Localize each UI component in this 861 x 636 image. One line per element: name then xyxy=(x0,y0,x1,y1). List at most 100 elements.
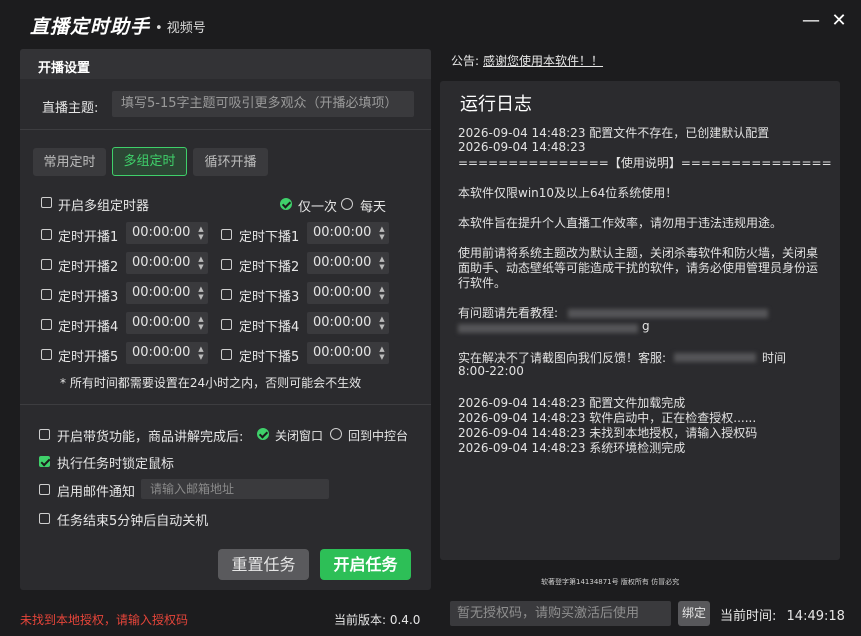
timer-stop-input[interactable]: 00:00:00 ▲ ▼ xyxy=(307,312,389,334)
timer-start-checkbox[interactable] xyxy=(41,229,52,240)
log-line: 2026-09-04 14:48:23 xyxy=(458,140,586,154)
lock-mouse-label: 执行任务时锁定鼠标 xyxy=(57,457,175,472)
timer-start-input[interactable]: 00:00:00 ▲ ▼ xyxy=(126,282,208,304)
notice-prefix: 公告: xyxy=(451,54,480,68)
timer-start-value: 00:00:00 xyxy=(132,255,191,270)
divider xyxy=(20,404,431,405)
close-window-label: 关闭窗口 xyxy=(275,429,324,443)
spin-icon[interactable]: ▲ ▼ xyxy=(197,225,205,241)
log-line: 面助手、动态壁纸等可能造成干扰的软件，请务必使用管理员身份运 xyxy=(458,261,819,275)
timer-stop-value: 00:00:00 xyxy=(313,315,372,330)
minimize-button[interactable]: — xyxy=(800,10,822,32)
timer-start-label: 定时开播3 xyxy=(58,290,119,305)
timer-start-value: 00:00:00 xyxy=(132,315,191,330)
timer-stop-checkbox[interactable] xyxy=(221,229,232,240)
timer-start-input[interactable]: 00:00:00 ▲ ▼ xyxy=(126,342,208,364)
timer-stop-label: 定时下播5 xyxy=(239,350,300,365)
tab-multi-timer[interactable]: 多组定时 xyxy=(112,147,187,176)
timer-stop-input[interactable]: 00:00:00 ▲ ▼ xyxy=(307,222,389,244)
spin-icon[interactable]: ▲ ▼ xyxy=(197,345,205,361)
timer-start-value: 00:00:00 xyxy=(132,225,191,240)
lock-mouse-checkbox[interactable] xyxy=(39,456,50,467)
tab-common-timer[interactable]: 常用定时 xyxy=(33,148,106,176)
timer-stop-label: 定时下播4 xyxy=(239,320,300,335)
topic-label: 直播主题: xyxy=(42,101,99,116)
timer-start-checkbox[interactable] xyxy=(41,319,52,330)
timer-start-input[interactable]: 00:00:00 ▲ ▼ xyxy=(126,222,208,244)
log-line: 8:00-22:00 xyxy=(458,364,524,378)
start-task-button[interactable]: 开启任务 xyxy=(320,549,411,580)
back-console-radio[interactable] xyxy=(330,428,342,440)
log-line: 本软件仅限win10及以上64位系统使用！ xyxy=(458,186,678,200)
mode-daily-label: 每天 xyxy=(360,200,387,215)
back-console-label: 回到中控台 xyxy=(348,429,409,443)
close-window-radio[interactable] xyxy=(257,428,269,440)
log-line: 行软件。 xyxy=(458,276,507,290)
license-code-input[interactable]: 暂无授权码，请购买激活后使用 xyxy=(450,601,671,626)
version-label: 当前版本: 0.4.0 xyxy=(334,613,421,627)
timer-start-value: 00:00:00 xyxy=(132,345,191,360)
spin-icon[interactable]: ▲ ▼ xyxy=(197,255,205,271)
timer-start-checkbox[interactable] xyxy=(41,259,52,270)
current-time-label: 当前时间: xyxy=(720,609,777,624)
mode-daily-radio[interactable] xyxy=(341,198,353,210)
timer-start-label: 定时开播1 xyxy=(58,230,119,245)
topic-input[interactable]: 填写5-15字主题可吸引更多观众（开播必填项） xyxy=(112,91,414,117)
timer-start-label: 定时开播5 xyxy=(58,350,119,365)
timer-stop-value: 00:00:00 xyxy=(313,285,372,300)
timer-start-label: 定时开播2 xyxy=(58,260,119,275)
log-line: 2026-09-04 14:48:23 配置文件不存在，已创建默认配置 xyxy=(458,126,770,140)
timer-stop-input[interactable]: 00:00:00 ▲ ▼ xyxy=(307,282,389,304)
spin-icon[interactable]: ▲ ▼ xyxy=(378,345,386,361)
shutdown-checkbox[interactable] xyxy=(39,513,50,524)
timer-start-checkbox[interactable] xyxy=(41,349,52,360)
mode-once-radio[interactable] xyxy=(280,198,292,210)
log-title: 运行日志 xyxy=(460,94,532,115)
multi-timer-label: 开启多组定时器 xyxy=(58,199,150,214)
log-line: g xyxy=(642,319,650,333)
timer-stop-input[interactable]: 00:00:00 ▲ ▼ xyxy=(307,252,389,274)
spin-icon[interactable]: ▲ ▼ xyxy=(378,285,386,301)
tab-loop-broadcast[interactable]: 循环开播 xyxy=(193,148,268,176)
spin-icon[interactable]: ▲ ▼ xyxy=(378,315,386,331)
spin-icon[interactable]: ▲ ▼ xyxy=(197,285,205,301)
redacted-link xyxy=(458,324,638,333)
redacted-link xyxy=(568,309,768,318)
timer-start-value: 00:00:00 xyxy=(132,285,191,300)
timer-stop-checkbox[interactable] xyxy=(221,319,232,330)
email-checkbox[interactable] xyxy=(39,484,50,495)
reset-task-button[interactable]: 重置任务 xyxy=(218,549,309,580)
shutdown-label: 任务结束5分钟后自动关机 xyxy=(57,514,209,529)
log-line: 有问题请先看教程: xyxy=(458,306,559,320)
log-line: 本软件旨在提升个人直播工作效率，请勿用于违法违规用途。 xyxy=(458,216,783,230)
goods-checkbox[interactable] xyxy=(39,429,50,440)
bind-button[interactable]: 绑定 xyxy=(678,601,710,626)
redacted-contact xyxy=(674,353,756,362)
timer-start-input[interactable]: 00:00:00 ▲ ▼ xyxy=(126,252,208,274)
spin-icon[interactable]: ▲ ▼ xyxy=(378,255,386,271)
close-button[interactable]: ✕ xyxy=(828,10,850,32)
log-line: 2026-09-04 14:48:23 系统环境检测完成 xyxy=(458,441,686,455)
current-time: 当前时间: 14:49:18 xyxy=(720,605,845,624)
timer-stop-checkbox[interactable] xyxy=(221,349,232,360)
goods-label: 开启带货功能，商品讲解完成后: xyxy=(57,430,244,445)
timer-start-checkbox[interactable] xyxy=(41,289,52,300)
timer-stop-value: 00:00:00 xyxy=(313,255,372,270)
mode-once-label: 仅一次 xyxy=(298,200,338,215)
email-input[interactable]: 请输入邮箱地址 xyxy=(141,479,329,499)
timer-start-input[interactable]: 00:00:00 ▲ ▼ xyxy=(126,312,208,334)
multi-timer-checkbox[interactable] xyxy=(41,197,52,208)
timer-stop-value: 00:00:00 xyxy=(313,345,372,360)
timer-stop-label: 定时下播1 xyxy=(239,230,300,245)
notice-link[interactable]: 感谢您使用本软件！！ xyxy=(483,52,603,69)
timer-stop-label: 定时下播3 xyxy=(239,290,300,305)
app-title: 直播定时助手 xyxy=(30,16,151,38)
timer-stop-checkbox[interactable] xyxy=(221,289,232,300)
license-warning: 未找到本地授权，请输入授权码 xyxy=(20,613,189,627)
copyright: 软著登字第14134871号 版权所有 仿冒必究 xyxy=(541,578,680,586)
spin-icon[interactable]: ▲ ▼ xyxy=(378,225,386,241)
timer-start-label: 定时开播4 xyxy=(58,320,119,335)
timer-stop-input[interactable]: 00:00:00 ▲ ▼ xyxy=(307,342,389,364)
spin-icon[interactable]: ▲ ▼ xyxy=(197,315,205,331)
timer-stop-checkbox[interactable] xyxy=(221,259,232,270)
